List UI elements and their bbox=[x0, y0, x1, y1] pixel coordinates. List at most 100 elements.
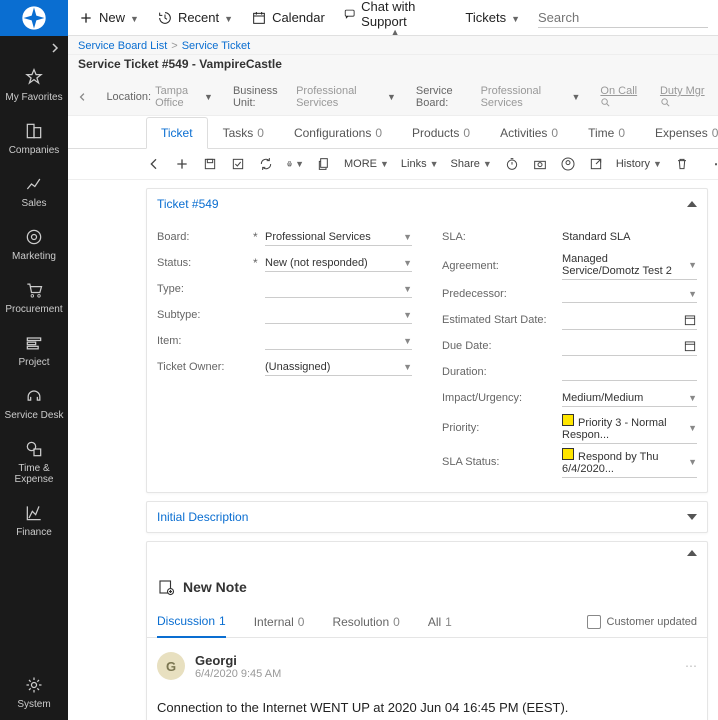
nav-collapse-button[interactable] bbox=[0, 36, 68, 60]
new-note-button[interactable]: New Note bbox=[147, 564, 707, 606]
copy-icon bbox=[316, 156, 332, 172]
back-button[interactable] bbox=[146, 155, 162, 173]
note-tab-internal[interactable]: Internal0 bbox=[254, 607, 305, 637]
subtype-select[interactable]: ▼ bbox=[265, 306, 412, 324]
nav-procurement[interactable]: Procurement bbox=[0, 272, 68, 325]
context-row: Location: Tampa Office ▼ Business Unit: … bbox=[68, 79, 718, 116]
nav-sales[interactable]: Sales bbox=[0, 166, 68, 219]
overflow-button[interactable]: ⋯ bbox=[714, 155, 718, 173]
new-note-icon bbox=[157, 578, 175, 596]
refresh-button[interactable] bbox=[258, 155, 274, 173]
ticket-card-title: Ticket #549 bbox=[157, 197, 219, 211]
duration-input[interactable] bbox=[562, 363, 697, 381]
app-logo[interactable] bbox=[0, 0, 68, 36]
sla-status-label: SLA Status: bbox=[442, 456, 562, 468]
more-menu[interactable]: MORE▼ bbox=[344, 158, 389, 170]
links-menu[interactable]: Links▼ bbox=[401, 158, 439, 170]
location-select[interactable]: Tampa Office ▼ bbox=[155, 85, 213, 109]
save-close-button[interactable] bbox=[230, 155, 246, 173]
post-time: 6/4/2020 9:45 AM bbox=[195, 668, 281, 680]
impact-select[interactable]: Medium/Medium▼ bbox=[562, 389, 697, 407]
refresh-icon bbox=[258, 156, 274, 172]
sla-value: Standard SLA bbox=[562, 229, 697, 245]
tab-ticket[interactable]: Ticket bbox=[146, 117, 208, 149]
chevron-up-icon: ▲ bbox=[391, 27, 400, 37]
user-button[interactable] bbox=[560, 155, 576, 173]
tab-activities[interactable]: Activities0 bbox=[485, 117, 573, 149]
note-tab-resolution[interactable]: Resolution0 bbox=[332, 607, 399, 637]
priority-select[interactable]: Priority 3 - Normal Respon...▼ bbox=[562, 412, 697, 444]
predecessor-label: Predecessor: bbox=[442, 288, 562, 300]
impact-label: Impact/Urgency: bbox=[442, 392, 562, 404]
print-button[interactable]: ▼ bbox=[286, 155, 304, 173]
project-icon bbox=[24, 333, 44, 353]
save-button[interactable] bbox=[202, 155, 218, 173]
collapse-toggle[interactable] bbox=[687, 201, 697, 207]
breadcrumb-link-board-list[interactable]: Service Board List bbox=[78, 40, 167, 52]
tickets-menu[interactable]: Tickets▼ bbox=[465, 10, 520, 25]
save-close-icon bbox=[230, 156, 246, 172]
note-tab-all[interactable]: All1 bbox=[428, 607, 452, 637]
service-board-select[interactable]: Professional Services ▼ bbox=[481, 85, 581, 109]
status-select[interactable]: New (not responded)▼ bbox=[265, 254, 412, 272]
est-start-input[interactable] bbox=[562, 311, 697, 330]
tab-configurations[interactable]: Configurations0 bbox=[279, 117, 397, 149]
tab-tasks[interactable]: Tasks0 bbox=[208, 117, 279, 149]
board-select[interactable]: Professional Services▼ bbox=[265, 228, 412, 246]
business-unit-select[interactable]: Professional Services ▼ bbox=[296, 85, 396, 109]
nav-companies[interactable]: Companies bbox=[0, 113, 68, 166]
nav-time-expense[interactable]: Time & Expense bbox=[0, 431, 68, 495]
popout-button[interactable] bbox=[588, 155, 604, 173]
due-date-input[interactable] bbox=[562, 337, 697, 356]
sla-status-select[interactable]: Respond by Thu 6/4/2020...▼ bbox=[562, 446, 697, 478]
share-menu[interactable]: Share▼ bbox=[451, 158, 492, 170]
nav-my-favorites[interactable]: My Favorites bbox=[0, 60, 68, 113]
calendar-button[interactable]: Calendar bbox=[251, 10, 325, 26]
post-menu[interactable]: ⋯ bbox=[685, 659, 697, 673]
stopwatch-icon bbox=[504, 156, 520, 172]
search-input[interactable] bbox=[538, 10, 714, 25]
chevron-left-icon[interactable] bbox=[78, 92, 86, 102]
owner-select[interactable]: (Unassigned)▼ bbox=[265, 358, 412, 376]
tab-time[interactable]: Time0 bbox=[573, 117, 640, 149]
nav-marketing[interactable]: Marketing bbox=[0, 219, 68, 272]
board-label: Board: bbox=[157, 231, 247, 243]
copy-button[interactable] bbox=[316, 155, 332, 173]
calendar-icon bbox=[683, 339, 697, 353]
building-icon bbox=[24, 121, 44, 141]
collapse-toggle[interactable] bbox=[687, 550, 697, 556]
tab-expenses[interactable]: Expenses0 bbox=[640, 117, 718, 149]
predecessor-select[interactable]: ▼ bbox=[562, 285, 697, 303]
plus-icon bbox=[78, 10, 94, 26]
page-title: Service Ticket #549 - VampireCastle bbox=[68, 55, 718, 79]
new-menu[interactable]: New▼ bbox=[78, 10, 139, 26]
type-select[interactable]: ▼ bbox=[265, 280, 412, 298]
post-body: Connection to the Internet WENT UP at 20… bbox=[157, 680, 697, 720]
note-tab-discussion[interactable]: Discussion1 bbox=[157, 606, 226, 638]
camera-button[interactable] bbox=[532, 155, 548, 173]
history-menu[interactable]: History▼ bbox=[616, 158, 662, 170]
customer-updated-checkbox[interactable] bbox=[587, 615, 601, 629]
tab-products[interactable]: Products0 bbox=[397, 117, 485, 149]
duty-mgr-link[interactable]: Duty Mgr bbox=[660, 85, 708, 109]
nav-service-desk[interactable]: Service Desk bbox=[0, 378, 68, 431]
trash-icon bbox=[674, 156, 690, 172]
delete-button[interactable] bbox=[674, 155, 690, 173]
item-select[interactable]: ▼ bbox=[265, 332, 412, 350]
calendar-icon bbox=[251, 10, 267, 26]
breadcrumb: Service Board List>Service Ticket bbox=[68, 36, 718, 55]
ticket-card: Ticket #549 Board:*Professional Services… bbox=[146, 188, 708, 493]
nav-project[interactable]: Project bbox=[0, 325, 68, 378]
recent-menu[interactable]: Recent▼ bbox=[157, 10, 233, 26]
on-call-link[interactable]: On Call bbox=[600, 85, 642, 109]
gear-icon bbox=[24, 675, 44, 695]
est-start-label: Estimated Start Date: bbox=[442, 314, 562, 326]
chat-support-button[interactable]: Chat with Support▲ bbox=[343, 0, 448, 37]
timer-button[interactable] bbox=[504, 155, 520, 173]
nav-system[interactable]: System bbox=[0, 667, 68, 720]
agreement-select[interactable]: Managed Service/Domotz Test 2▼ bbox=[562, 251, 697, 280]
add-button[interactable] bbox=[174, 155, 190, 173]
global-search[interactable] bbox=[538, 8, 708, 28]
nav-finance[interactable]: Finance bbox=[0, 495, 68, 548]
expand-toggle[interactable] bbox=[687, 514, 697, 520]
